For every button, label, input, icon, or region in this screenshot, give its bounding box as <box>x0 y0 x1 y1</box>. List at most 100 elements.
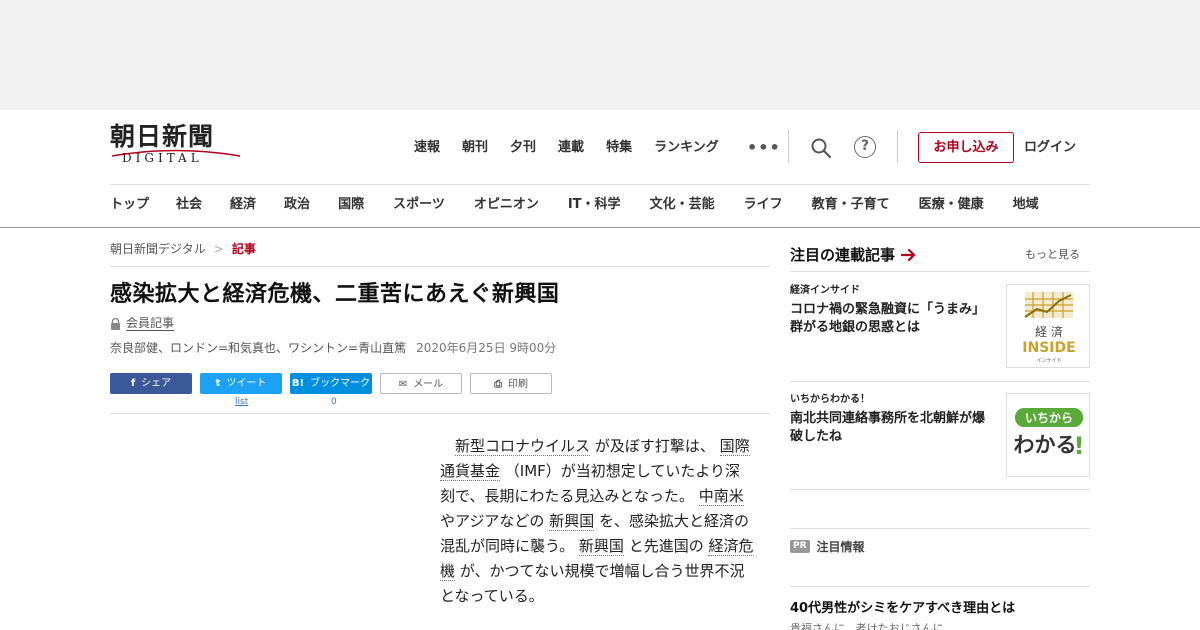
cat-health[interactable]: 医療・健康 <box>919 194 984 216</box>
keyword-link[interactable]: 新興国 <box>578 537 624 556</box>
pr-headline[interactable]: 40代男性がシミをケアすべき理由とは <box>790 600 1015 618</box>
cat-life[interactable]: ライフ <box>744 194 783 216</box>
arrow-right-icon <box>901 248 916 262</box>
sidebar-rule <box>790 489 1090 490</box>
help-icon[interactable]: ? <box>854 136 876 158</box>
keyword-link[interactable]: 新型コロナウイルス <box>455 437 591 456</box>
nav-item-yuukan[interactable]: 夕刊 <box>510 137 536 159</box>
facebook-share-button[interactable]: f シェア <box>110 373 192 394</box>
cat-sports[interactable]: スポーツ <box>393 194 445 216</box>
twitter-share-count[interactable]: list <box>235 396 248 408</box>
sidebar-heading[interactable]: 注目の連載記事 <box>790 244 917 266</box>
breadcrumb-current: 記事 <box>231 242 256 256</box>
header-divider-2 <box>897 130 898 163</box>
ad-banner-area <box>0 0 1200 110</box>
article-paragraph: 新型コロナウイルス が及ぼす打撃は、 国際通貨基金 （IMF）が当初想定していた… <box>440 434 755 609</box>
facebook-share-label: シェア <box>141 378 172 389</box>
breadcrumb-separator: > <box>213 242 224 256</box>
search-icon[interactable] <box>810 137 832 159</box>
cat-education[interactable]: 教育・子育て <box>812 194 890 216</box>
body-text-segment: やアジアなどの <box>440 512 545 530</box>
pr-section-header: PR 注目情報 <box>790 538 865 555</box>
sidebar-heading-label: 注目の連載記事 <box>790 246 896 264</box>
breadcrumb-home[interactable]: 朝日新聞デジタル <box>110 240 206 258</box>
nav-item-sokuho[interactable]: 速報 <box>414 137 440 159</box>
author-names: 奈良部健、ロンドン=和気真也、ワシントン=青山直篤 <box>110 341 407 355</box>
sidebar-card-headline[interactable]: コロナ禍の緊急融資に「うまみ」 群がる地銀の思惑とは <box>790 301 995 337</box>
category-nav: トップ 社会 経済 政治 国際 スポーツ オピニオン IT・科学 文化・芸能 ラ… <box>110 194 1039 216</box>
sidebar-more-link[interactable]: もっと見る <box>1025 247 1080 263</box>
pr-subtext[interactable]: 貴福さんに、老けたおじさんに <box>790 622 944 630</box>
pr-rule <box>790 528 1090 529</box>
top-nav: 速報 朝刊 夕刊 連載 特集 ランキング <box>414 137 741 159</box>
cat-international[interactable]: 国際 <box>338 194 364 216</box>
byline: 奈良部健、ロンドン=和気真也、ワシントン=青山直篤 2020年6月25日 9時00… <box>110 339 556 357</box>
keyword-link[interactable]: 新興国 <box>549 512 595 531</box>
login-link[interactable]: ログイン <box>1024 137 1076 159</box>
keizai-inside-logo-icon: 経 済 INSIDE インサイド <box>1022 292 1076 364</box>
nav-item-choukan[interactable]: 朝刊 <box>462 137 488 159</box>
print-button[interactable]: ⎙ 印刷 <box>470 373 552 394</box>
asahi-logo[interactable]: 朝日新聞 DIGITAL <box>110 123 242 169</box>
body-text-segment: と先進国の <box>628 537 704 555</box>
cat-politics[interactable]: 政治 <box>284 194 310 216</box>
thumb-text-ichikara: いちから <box>1025 411 1073 425</box>
cat-society[interactable]: 社会 <box>176 194 202 216</box>
article-body: 新型コロナウイルス が及ぼす打撃は、 国際通貨基金 （IMF）が当初想定していた… <box>440 434 755 609</box>
twitter-icon: t <box>215 378 221 389</box>
pr-badge: PR <box>790 540 810 553</box>
cat-it-science[interactable]: IT・科学 <box>568 194 621 216</box>
nav-item-tokushu[interactable]: 特集 <box>606 137 632 159</box>
print-icon: ⎙ <box>494 379 502 390</box>
ichikara-wakaru-thumbnail[interactable]: いちから わかる ! <box>1006 393 1090 477</box>
hatena-bookmark-button[interactable]: B! ブックマーク <box>290 373 372 394</box>
mail-share-button[interactable]: ✉ メール <box>380 373 462 394</box>
cat-opinion[interactable]: オピニオン <box>474 194 539 216</box>
keizai-inside-thumbnail[interactable]: 経 済 INSIDE インサイド <box>1006 284 1090 368</box>
thumb-text-keizai: 経 済 <box>1035 324 1063 339</box>
sidebar-article-card[interactable]: いちからわかる！ 南北共同連絡事務所を北朝鮮が爆破したね いちから わかる ! <box>790 393 1090 477</box>
apply-button[interactable]: お申し込み <box>918 132 1014 163</box>
print-label: 印刷 <box>508 379 528 390</box>
lock-icon <box>111 317 120 330</box>
body-text-segment: が及ぼす打撃は、 <box>594 437 715 455</box>
thumb-text-exclaim: ! <box>1074 432 1085 460</box>
breadcrumb-rule <box>110 266 770 267</box>
pr-label: 注目情報 <box>816 540 865 554</box>
header-divider <box>788 130 789 163</box>
nav-item-rensai[interactable]: 連載 <box>558 137 584 159</box>
pr-rule <box>790 586 1090 587</box>
cat-economy[interactable]: 経済 <box>230 194 256 216</box>
header-rule <box>110 184 1090 185</box>
mail-icon: ✉ <box>398 379 408 390</box>
body-text-segment: が、かつてない規模で増幅し合う世界不況となっている。 <box>440 562 745 605</box>
sidebar-rule <box>790 271 1090 272</box>
more-menu-icon[interactable]: ••• <box>747 137 781 159</box>
sidebar-article-card[interactable]: 経済インサイド コロナ禍の緊急融資に「うまみ」 群がる地銀の思惑とは 経 済 I… <box>790 284 1090 368</box>
nav-rule <box>0 227 1200 228</box>
member-label: 会員記事 <box>126 316 175 331</box>
mail-share-label: メール <box>413 379 444 390</box>
sidebar-card-headline[interactable]: 南北共同連絡事務所を北朝鮮が爆破したね <box>790 410 995 446</box>
ichikara-wakaru-logo-icon: いちから わかる ! <box>1014 408 1085 460</box>
cat-top[interactable]: トップ <box>110 194 149 216</box>
twitter-share-button[interactable]: t ツイート <box>200 373 282 394</box>
share-bar: f シェア t ツイート B! ブックマーク ✉ メール ⎙ 印刷 <box>110 373 552 394</box>
hatena-bookmark-count[interactable]: 0 <box>331 396 337 408</box>
member-badge: 会員記事 <box>110 316 175 331</box>
twitter-share-label: ツイート <box>226 378 267 389</box>
article-title: 感染拡大と経済危機、二重苦にあえぐ新興国 <box>110 282 560 307</box>
thumb-text-inside-kana: インサイド <box>1036 358 1061 364</box>
thumb-text-wakaru: わかる <box>1014 433 1077 457</box>
nav-item-ranking[interactable]: ランキング <box>654 137 719 159</box>
publish-date: 2020年6月25日 9時00分 <box>416 341 557 355</box>
cat-culture[interactable]: 文化・芸能 <box>650 194 715 216</box>
hatena-icon: B! <box>291 378 305 389</box>
share-rule <box>110 413 770 414</box>
keyword-link[interactable]: 中南米 <box>698 487 744 506</box>
facebook-icon: f <box>130 378 136 389</box>
sidebar-rule <box>790 381 1090 382</box>
logo-arc-icon <box>111 149 241 157</box>
hatena-bookmark-label: ブックマーク <box>310 378 371 389</box>
cat-region[interactable]: 地域 <box>1013 194 1039 216</box>
